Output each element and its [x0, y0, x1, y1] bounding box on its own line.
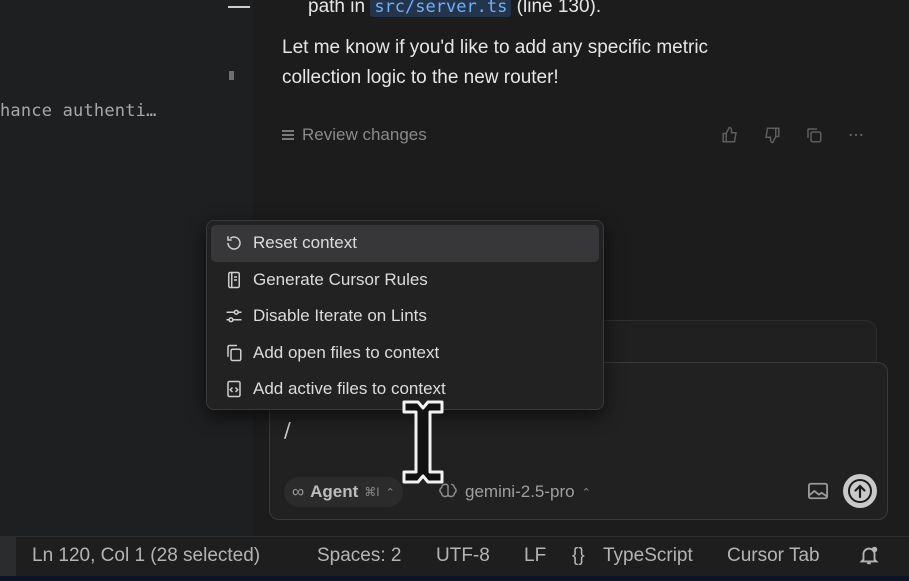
image-icon[interactable]	[807, 481, 829, 501]
list-icon	[282, 130, 294, 140]
model-selector[interactable]: gemini-2.5-pro ⌃	[438, 477, 591, 507]
model-label: gemini-2.5-pro	[465, 482, 575, 501]
status-bar-edge	[0, 537, 16, 577]
infinity-icon: ∞	[292, 482, 305, 501]
cursor-tab-status[interactable]: Cursor Tab	[727, 545, 820, 567]
copy-icon[interactable]	[803, 124, 825, 146]
code-path[interactable]: src/server.ts	[370, 0, 512, 17]
reset-icon	[225, 234, 243, 252]
menu-item-label: Add open files to context	[253, 342, 440, 362]
encoding-status[interactable]: UTF-8	[436, 545, 490, 567]
message-line: path in src/server.ts (line 130).	[308, 0, 601, 18]
agent-mode-label: Agent	[310, 482, 359, 501]
language-mode[interactable]: TypeScript	[603, 545, 693, 567]
send-button[interactable]	[843, 474, 877, 508]
menu-item-reset-context[interactable]: Reset context	[211, 225, 599, 262]
chevron-up-icon: ⌃	[581, 486, 591, 499]
message-actions	[719, 124, 867, 146]
thumbs-up-icon[interactable]	[719, 124, 741, 146]
agent-shortcut: ⌘I	[364, 485, 380, 499]
slash-command-menu: Reset context Generate Cursor Rules Disa…	[206, 220, 604, 410]
composer-input[interactable]: /	[284, 418, 291, 442]
editor-truncated-text: hance authenti…	[0, 101, 157, 121]
menu-item-label: Add active files to context	[253, 379, 446, 399]
menu-item-generate-cursor-rules[interactable]: Generate Cursor Rules	[211, 262, 599, 299]
cursor-position[interactable]: Ln 120, Col 1 (28 selected)	[32, 545, 260, 567]
menu-item-label: Generate Cursor Rules	[253, 269, 428, 289]
message-line: collection logic to the new router!	[282, 67, 559, 88]
braces-icon: {}	[572, 545, 585, 566]
review-changes-label: Review changes	[302, 125, 427, 144]
text-cursor-icon	[402, 400, 444, 484]
arrow-up-icon	[848, 479, 872, 503]
chevron-up-icon: ⌃	[385, 486, 395, 499]
message-line: Let me know if you'd like to add any spe…	[282, 37, 709, 58]
thumbs-down-icon[interactable]	[761, 124, 783, 146]
notifications-bell-icon[interactable]	[858, 544, 880, 572]
status-bar: Ln 120, Col 1 (28 selected) Spaces: 2 UT…	[0, 536, 909, 577]
more-icon[interactable]	[845, 124, 867, 146]
rules-file-icon	[225, 271, 243, 289]
agent-mode-button[interactable]: ∞ Agent ⌘I ⌃	[284, 477, 403, 507]
sliders-icon	[225, 307, 243, 325]
menu-item-add-open-files[interactable]: Add open files to context	[211, 335, 599, 372]
scroll-marker	[229, 71, 234, 80]
message-text: (line 130).	[516, 0, 602, 17]
copy-files-icon	[225, 344, 243, 362]
indentation-status[interactable]: Spaces: 2	[317, 545, 402, 567]
code-file-icon	[225, 380, 243, 398]
review-changes-button[interactable]: Review changes	[282, 125, 427, 145]
minimap-dash	[228, 6, 250, 8]
menu-item-label: Disable Iterate on Lints	[253, 306, 427, 326]
eol-status[interactable]: LF	[524, 545, 546, 567]
window-bottom-edge	[0, 576, 909, 581]
menu-item-disable-iterate-on-lints[interactable]: Disable Iterate on Lints	[211, 298, 599, 335]
menu-item-label: Reset context	[253, 233, 357, 253]
message-text: path in	[308, 0, 366, 17]
